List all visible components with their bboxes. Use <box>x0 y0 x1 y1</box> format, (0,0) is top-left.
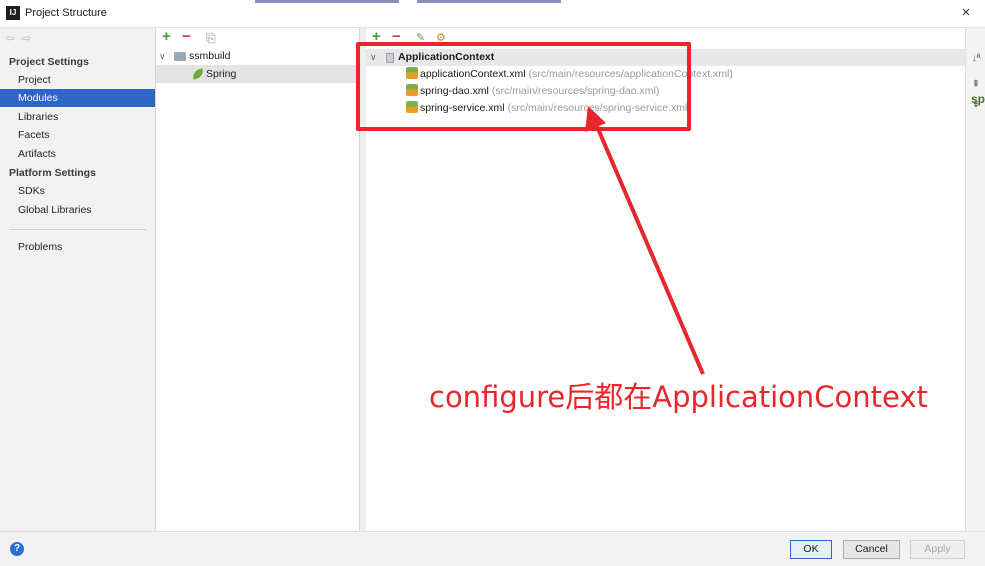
back-arrow-icon[interactable]: ⇦ <box>5 31 21 45</box>
edit-icon[interactable]: ✎ <box>416 31 425 45</box>
file-name: spring-dao.xml <box>420 85 489 97</box>
add-context-button[interactable]: + <box>372 29 381 44</box>
ok-button[interactable]: OK <box>790 540 832 559</box>
background-editor-fragment <box>255 0 615 3</box>
nav-arrows: ⇦⇨ <box>5 31 37 45</box>
tree-item-spring[interactable]: Spring <box>156 65 359 83</box>
file-path: (src/main/resources/spring-dao.xml) <box>491 85 660 97</box>
chevron-down-icon[interactable]: ∨ <box>370 49 377 66</box>
context-file-row[interactable]: spring-service.xml (src/main/resources/sp… <box>406 100 691 117</box>
context-toolbar: + − ✎ ⚙ <box>366 28 975 46</box>
intellij-app-icon: IJ <box>6 6 20 20</box>
modules-panel: + − ⎘ ∨ ssmbuild Spring <box>156 28 360 531</box>
sidebar-item-modules[interactable]: Modules <box>0 89 155 107</box>
sidebar-item-artifacts[interactable]: Artifacts <box>0 145 155 163</box>
tree-item-ssmbuild[interactable]: ∨ ssmbuild <box>156 47 359 65</box>
help-icon[interactable]: ? <box>10 542 24 556</box>
file-path: (src/main/resources/spring-service.xml) <box>507 102 691 114</box>
context-file-row[interactable]: spring-dao.xml (src/main/resources/spring… <box>406 83 659 100</box>
apply-button[interactable]: Apply <box>910 540 965 559</box>
sidebar-item-libraries[interactable]: Libraries <box>0 108 155 126</box>
sidebar-divider <box>9 229 146 230</box>
settings-sidebar: ⇦⇨ Project Settings Project Modules Libr… <box>0 28 156 531</box>
sidebar-item-problems[interactable]: Problems <box>0 238 155 256</box>
close-button[interactable]: × <box>957 4 975 22</box>
file-name: applicationContext.xml <box>420 68 526 80</box>
title-bar: IJ Project Structure × <box>0 0 985 28</box>
background-editor-text: sp <box>970 92 985 106</box>
tree-item-label: Spring <box>206 68 237 80</box>
sidebar-item-facets[interactable]: Facets <box>0 126 155 144</box>
spring-context-panel: + − ✎ ⚙ ∨ ApplicationContext application… <box>360 28 975 531</box>
spring-leaf-icon <box>190 68 206 80</box>
add-module-button[interactable]: + <box>162 29 171 44</box>
sidebar-item-project[interactable]: Project <box>0 71 155 89</box>
file-name: spring-service.xml <box>420 102 505 114</box>
annotation-text: configure后都在ApplicationContext <box>429 380 928 414</box>
spring-xml-icon <box>406 67 418 79</box>
chevron-down-icon[interactable]: ∨ <box>159 47 166 65</box>
expand-all-icon[interactable]: ⇞ <box>969 78 983 92</box>
spring-xml-icon <box>406 84 418 96</box>
sidebar-item-sdks[interactable]: SDKs <box>0 182 155 200</box>
remove-context-button[interactable]: − <box>392 29 401 44</box>
cancel-button[interactable]: Cancel <box>843 540 900 559</box>
tree-item-label: ssmbuild <box>189 50 231 62</box>
context-file-row[interactable]: applicationContext.xml (src/main/resource… <box>406 66 733 83</box>
forward-arrow-icon[interactable]: ⇨ <box>21 31 37 45</box>
dialog-footer: ? OK Cancel Apply <box>0 531 985 566</box>
remove-module-button[interactable]: − <box>182 29 191 44</box>
window-title: Project Structure <box>25 7 107 19</box>
spring-xml-icon <box>406 101 418 113</box>
context-group-label: ApplicationContext <box>398 51 495 63</box>
context-file-icon <box>386 53 394 63</box>
project-settings-header: Project Settings <box>9 56 89 68</box>
sidebar-item-global-libraries[interactable]: Global Libraries <box>0 201 155 219</box>
copy-icon[interactable]: ⎘ <box>206 31 216 45</box>
module-folder-icon <box>174 52 186 61</box>
wrench-icon[interactable]: ⚙ <box>436 31 446 45</box>
sort-alpha-icon[interactable]: ↓ª <box>969 52 983 66</box>
file-path: (src/main/resources/applicationContext.x… <box>528 68 733 80</box>
platform-settings-header: Platform Settings <box>9 167 96 179</box>
context-group-row[interactable]: ∨ ApplicationContext <box>366 49 975 66</box>
